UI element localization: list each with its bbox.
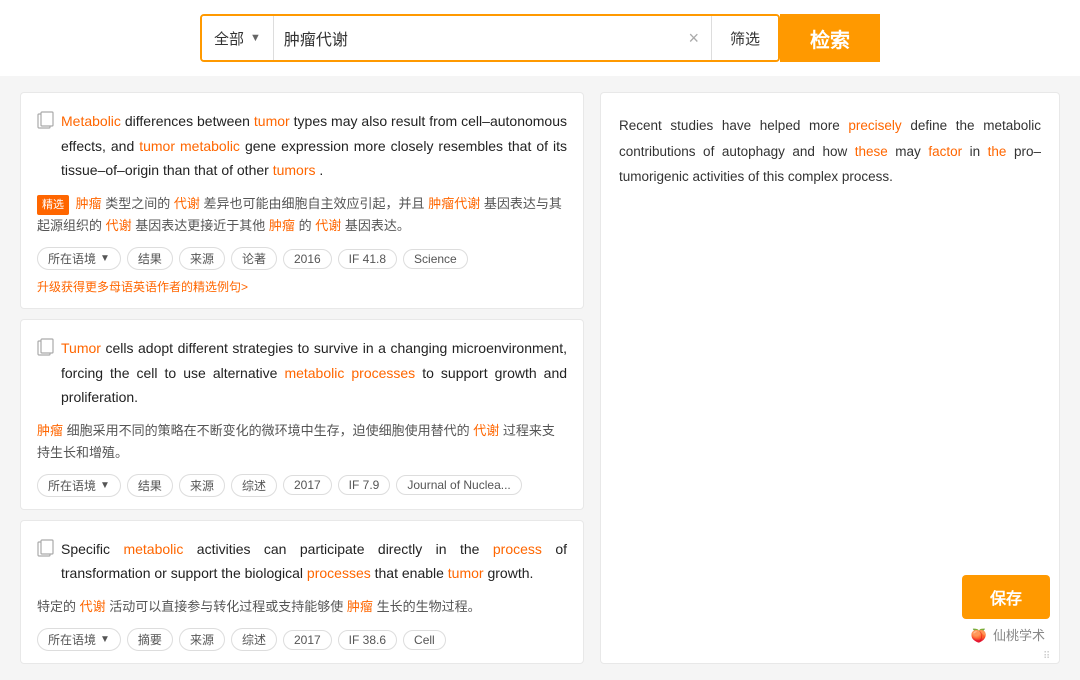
zh-tumor-3: 肿瘤	[37, 423, 63, 438]
word-tumor-1: tumor	[254, 113, 290, 129]
main-layout: Metabolic differences between tumor type…	[0, 76, 1080, 680]
zh-metabolism-5: 代谢	[80, 599, 106, 614]
tag-result-1[interactable]: 结果	[127, 247, 173, 270]
tag-review-3[interactable]: 综述	[231, 628, 277, 651]
clear-icon[interactable]: ×	[676, 28, 711, 49]
card-header-1: Metabolic differences between tumor type…	[37, 109, 567, 189]
tags-row-2: 所在语境▼ 结果 来源 综述 2017 IF 7.9 Journal of Nu…	[37, 474, 567, 497]
tag-journal-2[interactable]: Journal of Nuclea...	[396, 475, 521, 495]
sentence-en-3: Specific metabolic activities can partic…	[61, 537, 567, 586]
card-header-3: Specific metabolic activities can partic…	[37, 537, 567, 592]
save-button-area: 保存	[962, 575, 1050, 619]
word-metabolic-3: metabolic	[123, 541, 183, 557]
tag-year-2[interactable]: 2017	[283, 475, 332, 495]
tag-year-3[interactable]: 2017	[283, 630, 332, 650]
tag-year-1[interactable]: 2016	[283, 249, 332, 269]
search-container: 全部 ▼ × 筛选	[200, 14, 780, 62]
save-button[interactable]: 保存	[962, 575, 1050, 619]
sentence-zh-3: 特定的 代谢 活动可以直接参与转化过程或支持能够使 肿瘤 生长的生物过程。	[37, 596, 567, 618]
search-category-selector[interactable]: 全部 ▼	[202, 16, 274, 60]
upgrade-link[interactable]: 升级获得更多母语英语作者的精选例句>	[37, 270, 567, 296]
preview-these: these	[855, 144, 888, 159]
tag-review-2[interactable]: 综述	[231, 474, 277, 497]
search-button[interactable]: 检索	[780, 14, 880, 62]
search-bar: 全部 ▼ × 筛选 检索	[0, 0, 1080, 76]
word-processes-link[interactable]: processes	[307, 565, 371, 581]
tag-context-1[interactable]: 所在语境▼	[37, 247, 121, 270]
word-tumor-4: tumor	[448, 565, 484, 581]
chevron-down-icon: ▼	[250, 32, 261, 44]
preview-the: the	[988, 144, 1007, 159]
tag-journal-3[interactable]: Cell	[403, 630, 446, 650]
sentence-zh-1: 精选 肿瘤 类型之间的 代谢 差异也可能由细胞自主效应引起，并且 肿瘤代谢 基因…	[37, 193, 567, 238]
zh-tumor-4: 肿瘤	[347, 599, 373, 614]
upgrade-anchor[interactable]: 升级获得更多母语英语作者的精选例句>	[37, 278, 248, 295]
zh-tumor-metabolism: 肿瘤代谢	[428, 196, 480, 211]
tag-thesis-1[interactable]: 论著	[231, 247, 277, 270]
tag-if-1[interactable]: IF 41.8	[338, 249, 397, 269]
zh-metabolism-4: 代谢	[473, 423, 499, 438]
tag-context-3[interactable]: 所在语境▼	[37, 628, 121, 651]
word-metabolic-2: metabolic	[180, 138, 240, 154]
word-tumor-2: tumor	[139, 138, 175, 154]
word-metabolic-1: Metabolic	[61, 113, 121, 129]
tag-journal-1[interactable]: Science	[403, 249, 468, 269]
zh-metabolism-1: 代谢	[174, 196, 200, 211]
tag-context-2[interactable]: 所在语境▼	[37, 474, 121, 497]
zh-metabolism-3: 代谢	[315, 218, 341, 233]
tag-source-2[interactable]: 来源	[179, 474, 225, 497]
sentence-en-1: Metabolic differences between tumor type…	[61, 109, 567, 183]
result-card-2: Tumor cells adopt different strategies t…	[20, 319, 584, 510]
filter-button[interactable]: 筛选	[711, 16, 778, 60]
word-tumors-link[interactable]: tumors	[273, 162, 316, 178]
search-category-label: 全部	[214, 28, 244, 49]
preview-precisely: precisely	[848, 118, 901, 133]
badge-jingxuan: 精选	[37, 195, 69, 216]
tag-source-3[interactable]: 来源	[179, 628, 225, 651]
sentence-en-2: Tumor cells adopt different strategies t…	[61, 336, 567, 410]
word-process-link[interactable]: process	[493, 541, 542, 557]
tag-source-1[interactable]: 来源	[179, 247, 225, 270]
copy-icon-3	[37, 539, 55, 557]
word-metabolic-processes[interactable]: metabolic processes	[284, 365, 415, 381]
preview-factor: factor	[928, 144, 962, 159]
card-header-2: Tumor cells adopt different strategies t…	[37, 336, 567, 416]
copy-icon-2	[37, 338, 55, 356]
preview-text: Recent studies have helped more precisel…	[619, 113, 1041, 190]
copy-icon	[37, 111, 55, 129]
result-card-3: Specific metabolic activities can partic…	[20, 520, 584, 664]
search-input[interactable]	[274, 29, 677, 47]
tag-result-2[interactable]: 结果	[127, 474, 173, 497]
zh-metabolism-2: 代谢	[106, 218, 132, 233]
tags-row-1: 所在语境▼ 结果 来源 论著 2016 IF 41.8 Science	[37, 247, 567, 270]
tag-if-3[interactable]: IF 38.6	[338, 630, 397, 650]
word-tumor-3: Tumor	[61, 340, 101, 356]
tag-abstract-3[interactable]: 摘要	[127, 628, 173, 651]
zh-tumor-2: 肿瘤	[269, 218, 295, 233]
sentence-zh-2: 肿瘤 细胞采用不同的策略在不断变化的微环境中生存，迫使细胞使用替代的 代谢 过程…	[37, 420, 567, 464]
result-card-1: Metabolic differences between tumor type…	[20, 92, 584, 309]
tags-row-3: 所在语境▼ 摘要 来源 综述 2017 IF 38.6 Cell	[37, 628, 567, 651]
results-column: Metabolic differences between tumor type…	[20, 92, 584, 664]
tag-if-2[interactable]: IF 7.9	[338, 475, 391, 495]
zh-tumor-1: 肿瘤	[76, 196, 102, 211]
